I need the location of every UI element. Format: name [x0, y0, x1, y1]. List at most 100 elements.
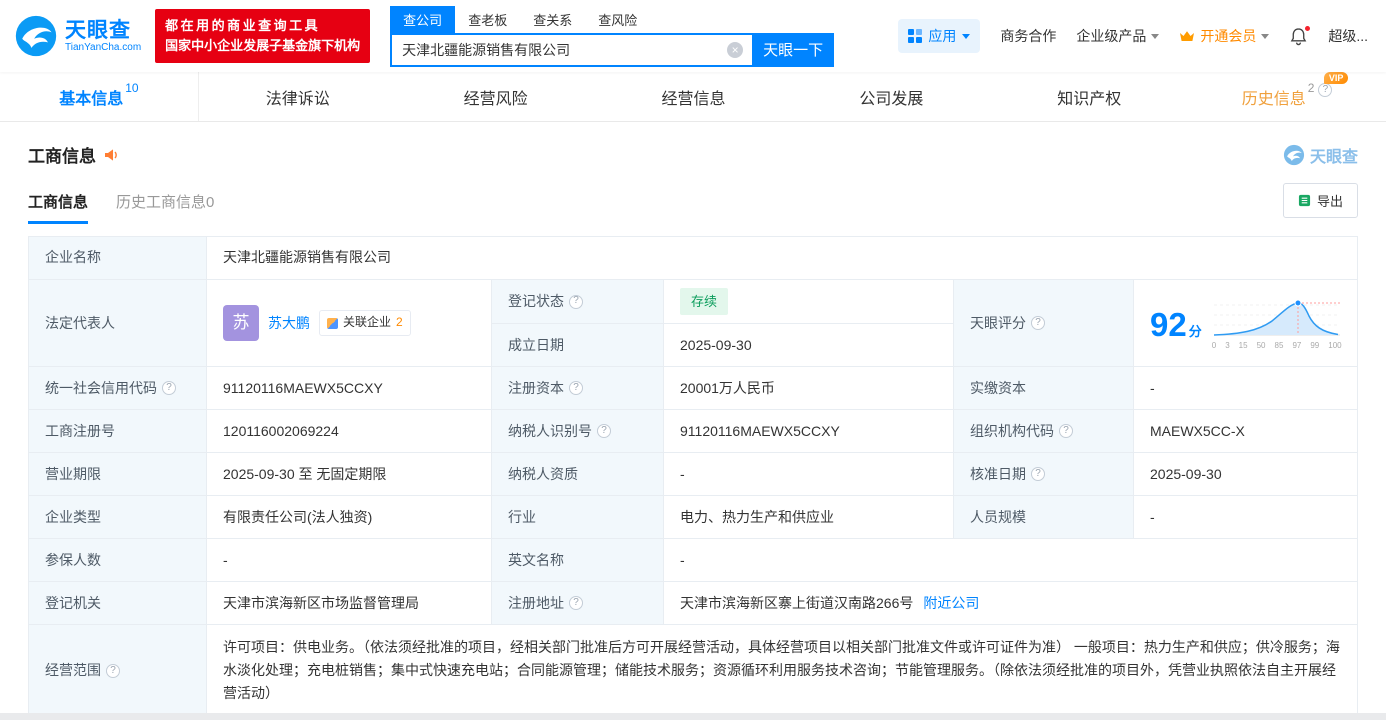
- search-area: 查公司 查老板 查关系 查风险 × 天眼一下: [390, 5, 835, 67]
- search-tab-relation[interactable]: 查关系: [520, 6, 585, 33]
- subtab-business-info[interactable]: 工商信息: [28, 191, 89, 224]
- label-business-term: 营业期限: [29, 453, 207, 497]
- tab-label: 历史信息: [1241, 90, 1306, 108]
- label-staff-size: 人员规模: [954, 496, 1134, 540]
- label-insured-count: 参保人数: [29, 539, 207, 583]
- score-axis-tick: 0: [1211, 340, 1217, 350]
- help-icon[interactable]: ?: [597, 424, 611, 439]
- label-tianyan-score: 天眼评分 ?: [954, 280, 1134, 368]
- value-establish-date: 2025-09-30: [664, 324, 954, 368]
- search-tab-boss[interactable]: 查老板: [455, 6, 520, 33]
- crown-icon: [1180, 31, 1195, 41]
- clear-search-icon[interactable]: ×: [727, 41, 744, 58]
- watermark-logo-icon: [1283, 144, 1305, 165]
- tab-operating-risk[interactable]: 经营风险: [397, 72, 595, 121]
- tab-basic-info[interactable]: 基本信息 10: [0, 72, 199, 121]
- nearby-companies-link[interactable]: 附近公司: [923, 592, 979, 615]
- watermark-text: 天眼查: [1309, 148, 1358, 166]
- menu-vip-label: 开通会员: [1200, 28, 1257, 44]
- subtabs-row: 工商信息 历史工商信息0 导出: [28, 183, 1358, 224]
- tab-legal-proceedings[interactable]: 法律诉讼: [199, 72, 397, 121]
- announcement-horn-icon[interactable]: [103, 147, 119, 163]
- label-company-name: 企业名称: [29, 237, 207, 280]
- legal-rep-avatar[interactable]: 苏: [223, 305, 259, 342]
- help-icon[interactable]: ?: [1059, 424, 1073, 439]
- help-icon[interactable]: ?: [1318, 82, 1333, 97]
- search-tabs: 查公司 查老板 查关系 查风险: [390, 5, 834, 33]
- value-company-name: 天津北疆能源销售有限公司: [207, 237, 1358, 280]
- score-axis-tick: 85: [1274, 340, 1284, 350]
- value-taxpayer-id: 91120116MAEWX5CCXY: [664, 410, 954, 454]
- value-registered-capital: 20001万人民币: [664, 367, 954, 411]
- search-tab-risk[interactable]: 查风险: [585, 6, 650, 33]
- company-section-tabs: 基本信息 10 法律诉讼 经营风险 经营信息 公司发展 知识产权 历史信息 2 …: [0, 71, 1386, 122]
- label-organization-code: 组织机构代码 ?: [954, 410, 1134, 454]
- score-axis-tick: 15: [1238, 340, 1248, 350]
- value-registration-number: 120116002069224: [207, 410, 492, 454]
- notification-bell-icon[interactable]: [1289, 24, 1312, 46]
- apps-menu[interactable]: 应用: [898, 19, 981, 53]
- status-badge: 存续: [680, 288, 729, 316]
- top-menu: 应用 商务合作 企业级产品 开通会员 超级...: [898, 19, 1372, 53]
- menu-super-vip[interactable]: 超级...: [1328, 26, 1368, 46]
- related-company-tag[interactable]: 关联企业 2: [319, 310, 411, 337]
- help-icon[interactable]: ?: [1031, 467, 1045, 482]
- promo-line1: 都在用的商业查询工具: [165, 17, 321, 33]
- value-tianyan-score[interactable]: 92 分 0 3 15 50 85 97 99 100: [1134, 280, 1358, 368]
- help-icon[interactable]: ?: [1031, 316, 1045, 331]
- value-business-scope: 许可项目：供电业务。（依法须经批准的项目，经相关部门批准后方可开展经营活动，具体…: [207, 625, 1358, 718]
- value-english-name: -: [664, 539, 1358, 583]
- tianyancha-company-page: 天眼查 TianYanCha.com 都在用的商业查询工具 国家中小企业发展子基…: [0, 0, 1386, 720]
- label-registered-capital: 注册资本 ?: [492, 367, 664, 411]
- help-icon[interactable]: ?: [569, 381, 583, 396]
- page-bottom-strip: [0, 713, 1386, 720]
- main-content: 工商信息 天眼查 工商信息 历史工商信息0 导出 企业名称 天津北疆能源销售有限…: [0, 142, 1386, 718]
- tianyancha-logo-icon: [15, 15, 57, 57]
- menu-enterprise-products[interactable]: 企业级产品: [1076, 26, 1160, 46]
- export-icon: [1298, 194, 1311, 207]
- notification-dot: [1304, 24, 1312, 32]
- caret-down-icon: [1261, 33, 1270, 39]
- subtab-history-business-info[interactable]: 历史工商信息0: [116, 191, 214, 224]
- value-business-term: 2025-09-30 至 无固定期限: [207, 453, 492, 497]
- score-chart: 0 3 15 50 85 97 99 100: [1212, 297, 1342, 352]
- search-tab-company[interactable]: 查公司: [390, 5, 456, 33]
- label-registered-address: 注册地址 ?: [492, 582, 664, 626]
- help-icon[interactable]: ?: [569, 294, 583, 309]
- label-approval-date: 核准日期 ?: [954, 453, 1134, 497]
- apps-menu-label: 应用: [928, 28, 957, 44]
- value-industry: 电力、热力生产和供应业: [664, 496, 954, 540]
- tab-count: 10: [125, 80, 139, 95]
- tianyancha-watermark: 天眼查: [1283, 143, 1358, 167]
- value-approval-date: 2025-09-30: [1134, 453, 1358, 497]
- value-credit-code: 91120116MAEWX5CCXY: [207, 367, 492, 411]
- tianyancha-logo[interactable]: 天眼查 TianYanCha.com: [14, 14, 141, 58]
- tab-history-info[interactable]: 历史信息 2 ? VIP: [1188, 71, 1386, 121]
- help-icon[interactable]: ?: [569, 596, 583, 611]
- legal-rep-name-link[interactable]: 苏大鹏: [268, 312, 310, 335]
- label-english-name: 英文名称: [492, 539, 664, 583]
- export-label: 导出: [1316, 194, 1343, 209]
- value-registered-address: 天津市滨海新区寨上街道汉南路266号 附近公司: [664, 582, 1358, 626]
- export-button[interactable]: 导出: [1282, 183, 1358, 218]
- help-icon[interactable]: ?: [162, 381, 176, 396]
- tab-label: 知识产权: [1057, 90, 1122, 108]
- promo-line2: 国家中小企业发展子基金旗下机构: [165, 38, 361, 53]
- menu-open-vip[interactable]: 开通会员: [1179, 26, 1270, 46]
- apps-grid-icon: [908, 29, 923, 43]
- tab-company-development[interactable]: 公司发展: [792, 72, 990, 121]
- logo-brand-text: 天眼查: [65, 18, 131, 42]
- search-input[interactable]: [390, 32, 753, 67]
- label-taxpayer-quality: 纳税人资质: [492, 453, 664, 497]
- tab-operating-info[interactable]: 经营信息: [595, 72, 793, 121]
- menu-business-cooperation[interactable]: 商务合作: [1000, 26, 1056, 46]
- search-button[interactable]: 天眼一下: [752, 32, 835, 67]
- section-title: 工商信息: [28, 142, 119, 167]
- value-company-type: 有限责任公司(法人独资): [207, 496, 492, 540]
- help-icon[interactable]: ?: [106, 663, 120, 678]
- label-legal-representative: 法定代表人: [29, 280, 207, 368]
- logo-domain-text: TianYanCha.com: [65, 42, 142, 54]
- tab-intellectual-property[interactable]: 知识产权: [990, 72, 1188, 121]
- related-company-label: 关联企业: [343, 315, 392, 330]
- label-registration-number: 工商注册号: [29, 410, 207, 454]
